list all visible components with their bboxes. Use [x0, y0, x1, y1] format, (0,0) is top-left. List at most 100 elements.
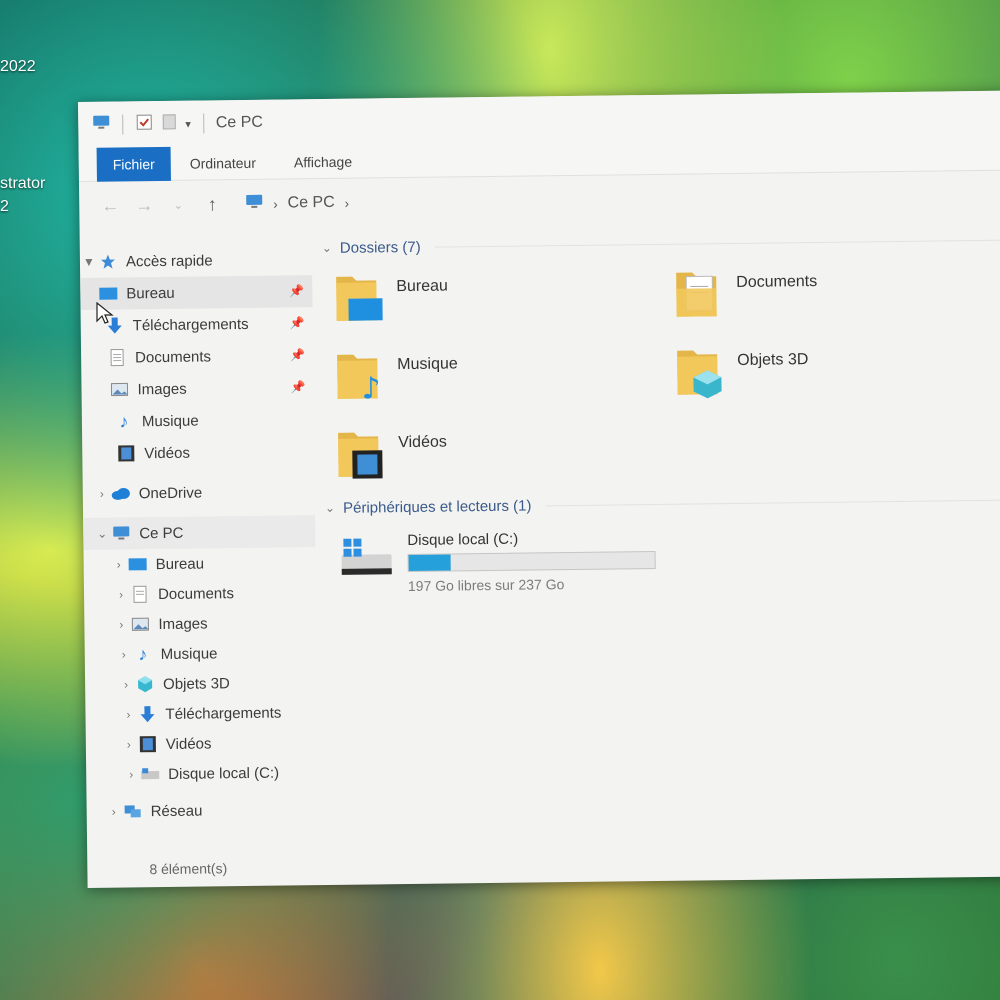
group-header-label: Périphériques et lecteurs (1) — [342, 496, 532, 517]
sidebar-item-videos[interactable]: Vidéos — [82, 435, 314, 470]
group-header-label: Dossiers (7) — [339, 238, 421, 257]
chevron-right-icon[interactable]: › — [117, 677, 135, 691]
document-icon — [107, 348, 127, 367]
chevron-right-icon[interactable]: › — [112, 617, 130, 631]
image-icon — [109, 380, 129, 398]
drive-item-c[interactable]: Disque local (C:) 197 Go libres sur 237 … — [325, 524, 1000, 595]
group-header-dossiers[interactable]: ⌄ Dossiers (7) — [322, 227, 1000, 262]
chevron-right-icon[interactable]: › — [105, 805, 123, 819]
properties-icon[interactable] — [135, 113, 153, 136]
up-arrow-icon[interactable]: ↑ — [201, 194, 223, 215]
chevron-right-icon[interactable]: › — [273, 196, 278, 211]
drive-icon — [140, 765, 160, 783]
navigation-pane: ▼ Accès rapide Bureau 📌 Téléchargements … — [80, 227, 320, 852]
sidebar-item-acces-rapide[interactable]: ▼ Accès rapide — [80, 243, 312, 278]
chevron-right-icon[interactable]: › — [115, 647, 133, 661]
folder-item-objets-3d[interactable]: Objets 3D — [663, 341, 1000, 405]
chevron-right-icon[interactable]: › — [120, 737, 138, 751]
sidebar-item-pc-videos[interactable]: › Vidéos — [86, 727, 318, 760]
sidebar-item-reseau[interactable]: › Réseau — [86, 793, 318, 828]
file-explorer-window: ▾ Ce PC Fichier Ordinateur Affichage ← →… — [78, 90, 1000, 888]
image-icon — [130, 615, 150, 633]
breadcrumb-item-ce-pc[interactable]: Ce PC — [287, 194, 334, 213]
folder-item-musique[interactable]: ♪ Musique — [323, 345, 664, 409]
sidebar-item-label: Bureau — [155, 554, 205, 573]
sidebar-item-ce-pc[interactable]: ⌄ Ce PC — [83, 515, 316, 550]
back-arrow-icon[interactable]: ← — [99, 195, 121, 216]
sidebar-item-label: Documents — [135, 347, 212, 366]
breadcrumb[interactable]: › Ce PC › — [245, 192, 349, 214]
sidebar-item-pc-bureau[interactable]: › Bureau — [83, 547, 315, 580]
window-title: Ce PC — [215, 113, 264, 132]
sidebar-item-onedrive[interactable]: › OneDrive — [83, 475, 315, 510]
sidebar-item-pc-telechargements[interactable]: › Téléchargements — [85, 697, 317, 730]
tab-ordinateur[interactable]: Ordinateur — [171, 145, 276, 180]
group-header-peripheriques[interactable]: ⌄ Périphériques et lecteurs (1) — [325, 486, 1000, 521]
pin-icon[interactable]: 📌 — [290, 316, 305, 330]
download-icon — [137, 705, 157, 723]
folder-name: Musique — [397, 355, 458, 374]
video-icon — [116, 444, 136, 462]
drive-usage-bar — [407, 550, 656, 573]
cube-3d-icon — [135, 675, 155, 693]
desktop-year-text: 2022 — [0, 58, 36, 75]
recent-chevron-icon[interactable]: ⌄ — [167, 198, 189, 211]
chevron-right-icon[interactable]: › — [122, 767, 140, 781]
folder-item-videos[interactable]: Vidéos — [324, 423, 665, 487]
new-folder-icon[interactable] — [161, 112, 177, 135]
pin-icon[interactable]: 📌 — [290, 380, 305, 394]
sidebar-item-documents[interactable]: Documents 📌 — [81, 339, 313, 374]
pin-icon[interactable]: 📌 — [289, 284, 304, 298]
forward-arrow-icon[interactable]: → — [133, 195, 155, 216]
sidebar-item-label: Ce PC — [139, 524, 184, 542]
objects-3d-folder-icon — [675, 344, 728, 406]
sidebar-item-bureau[interactable]: Bureau 📌 — [80, 275, 313, 310]
folder-grid: Bureau Documents ♪ Musique Objets 3D Vid… — [322, 263, 1000, 488]
chevron-right-icon[interactable]: › — [93, 487, 111, 501]
star-icon — [98, 253, 118, 271]
sidebar-item-pc-documents[interactable]: › Documents — [84, 577, 316, 610]
tab-affichage[interactable]: Affichage — [275, 144, 372, 179]
sidebar-item-musique[interactable]: ♪ Musique — [82, 403, 314, 438]
desktop-folder-icon — [334, 270, 387, 332]
sidebar-item-label: Images — [137, 380, 187, 398]
chevron-down-icon[interactable]: ⌄ — [93, 527, 111, 541]
sidebar-item-pc-musique[interactable]: › ♪ Musique — [85, 637, 317, 670]
folder-item-bureau[interactable]: Bureau — [322, 267, 663, 331]
pin-icon[interactable]: 📌 — [290, 348, 305, 362]
chevron-down-icon[interactable]: ⌄ — [322, 241, 332, 255]
tab-fichier[interactable]: Fichier — [96, 146, 171, 182]
chevron-right-icon[interactable]: › — [345, 195, 350, 210]
sidebar-item-label: Vidéos — [144, 444, 190, 462]
sidebar-item-images[interactable]: Images 📌 — [81, 371, 313, 406]
chevron-right-icon[interactable]: › — [112, 587, 130, 601]
sidebar-item-label: OneDrive — [138, 484, 203, 502]
item-count: 8 élément(s) — [149, 860, 228, 878]
sidebar-item-label: Images — [158, 614, 208, 633]
documents-folder-icon — [674, 266, 727, 328]
sidebar-item-pc-images[interactable]: › Images — [84, 607, 316, 640]
folder-item-documents[interactable]: Documents — [662, 263, 1000, 327]
sidebar-item-label: Téléchargements — [132, 315, 249, 334]
chevron-down-icon[interactable]: ▼ — [80, 255, 98, 269]
chevron-down-icon[interactable]: ▾ — [185, 117, 191, 130]
document-icon — [130, 585, 150, 603]
chevron-right-icon[interactable]: › — [110, 557, 128, 572]
sidebar-item-pc-disque-local[interactable]: › Disque local (C:) — [86, 757, 318, 790]
music-icon: ♪ — [138, 643, 148, 664]
sidebar-item-label: Musique — [141, 412, 199, 430]
desktop-icon — [128, 555, 148, 573]
chevron-right-icon[interactable]: › — [119, 707, 137, 721]
sidebar-item-pc-objets-3d[interactable]: › Objets 3D — [85, 667, 317, 700]
computer-icon — [92, 114, 110, 135]
music-icon: ♪ — [119, 410, 129, 432]
folder-name: Vidéos — [398, 433, 447, 452]
sidebar-item-label: Vidéos — [165, 734, 212, 753]
chevron-down-icon[interactable]: ⌄ — [325, 501, 335, 515]
sidebar-item-telechargements[interactable]: Téléchargements 📌 — [81, 307, 313, 342]
sidebar-item-label: Objets 3D — [163, 674, 230, 693]
desktop-number-text: 2 — [0, 198, 9, 215]
folder-name: Objets 3D — [737, 351, 809, 369]
desktop-icon — [98, 285, 118, 303]
drive-icon — [337, 532, 396, 595]
